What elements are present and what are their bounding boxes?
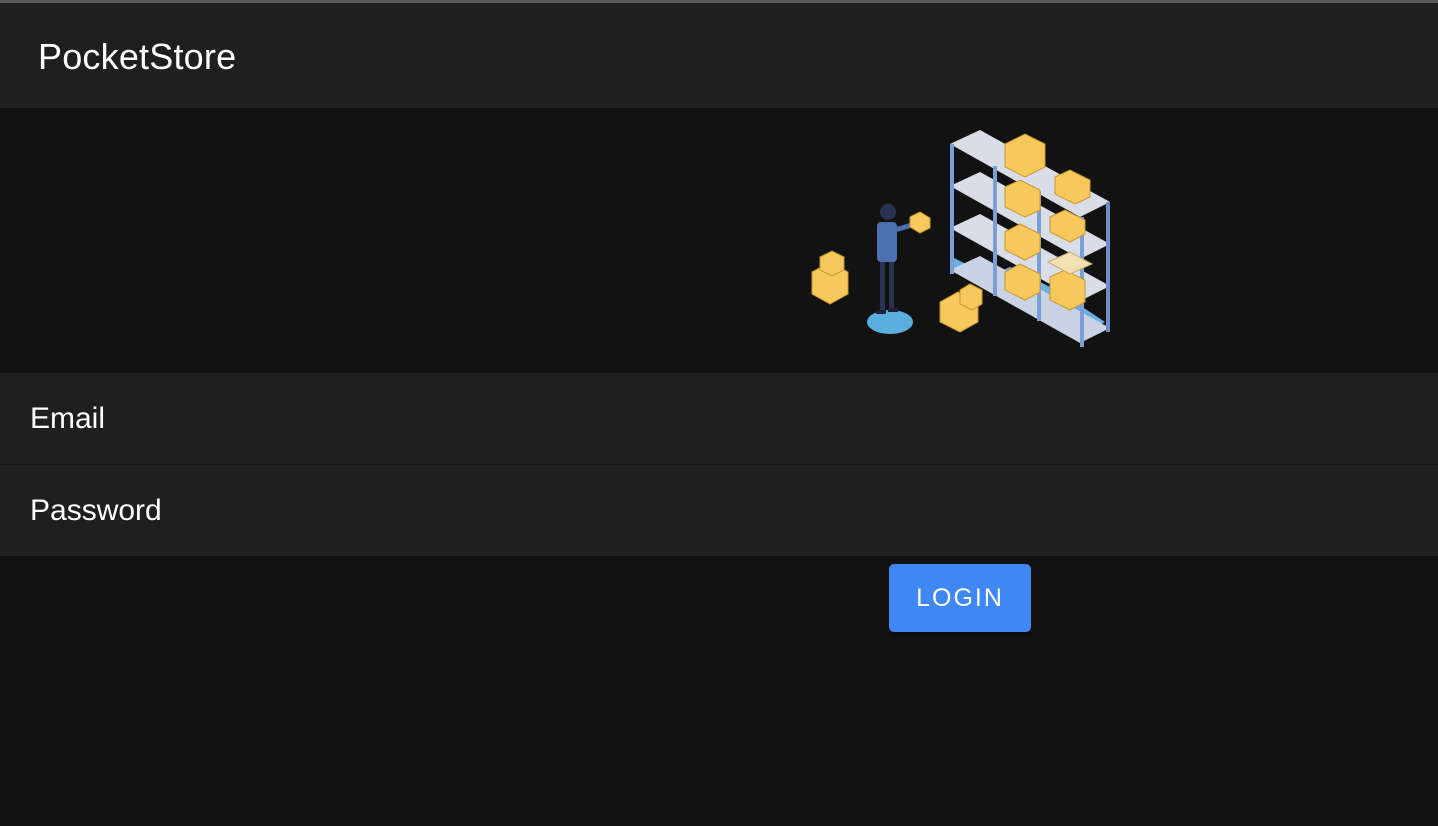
email-field-container [0,373,1438,465]
email-input[interactable] [0,373,1438,464]
password-input[interactable] [0,465,1438,556]
warehouse-illustration [811,130,1110,347]
worker-figure [867,204,931,334]
app-title: PocketStore [38,36,237,77]
hero-section [0,108,1438,373]
password-field-container [0,465,1438,556]
app-bar: PocketStore [0,3,1438,108]
login-button[interactable]: LOGIN [889,564,1031,632]
